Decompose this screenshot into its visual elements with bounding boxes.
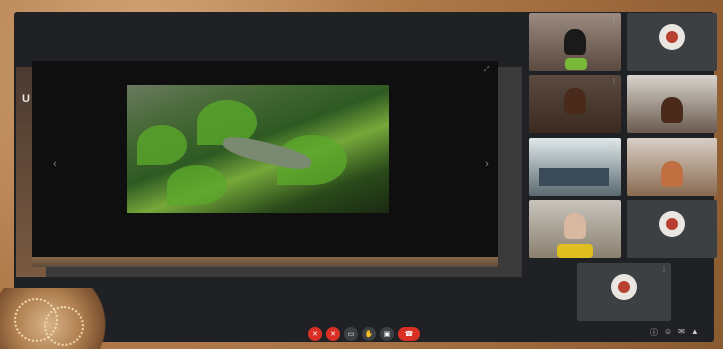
avatar xyxy=(659,211,685,238)
camera-off-icon[interactable]: ✕ xyxy=(326,327,340,341)
stage-left-label: U xyxy=(22,93,30,105)
chat-icon[interactable]: ✉ xyxy=(678,327,685,338)
mic-off-icon[interactable]: ✕ xyxy=(308,327,322,341)
more-options-icon[interactable]: ⋮ xyxy=(611,16,617,23)
captions-icon[interactable]: ▭ xyxy=(344,327,358,341)
more-options-icon[interactable]: ⋮ xyxy=(707,141,713,148)
fossil-decoration xyxy=(0,288,120,349)
more-options-icon[interactable]: ⋮ xyxy=(661,266,667,273)
more-options-icon[interactable]: ⋮ xyxy=(707,78,713,85)
participant-tile[interactable]: ⋮ xyxy=(627,75,717,133)
participant-tile[interactable]: ⋮ xyxy=(529,75,621,133)
participant-tile[interactable]: ⋮ xyxy=(529,138,621,196)
participant-tile[interactable]: ⋮ xyxy=(529,200,621,258)
call-controls: ✕ ✕ ▭ ✋ ▣ ☎ xyxy=(308,327,420,341)
expand-icon[interactable]: ⤢ xyxy=(484,66,490,74)
activities-icon[interactable]: ▲ xyxy=(691,327,699,338)
more-options-icon[interactable]: ⋮ xyxy=(611,78,617,85)
call-end-icon[interactable]: ☎ xyxy=(398,327,420,341)
participant-tile[interactable] xyxy=(627,13,717,71)
side-controls: ⓘ ☺ ✉ ▲ xyxy=(650,327,699,338)
participant-tile[interactable]: ⋮ xyxy=(529,13,621,71)
info-icon[interactable]: ⓘ xyxy=(650,327,658,338)
participant-tile[interactable]: ⋮ xyxy=(627,138,717,196)
raise-hand-icon[interactable]: ✋ xyxy=(362,327,376,341)
avatar xyxy=(659,24,685,51)
avatar xyxy=(611,274,637,301)
people-icon[interactable]: ☺ xyxy=(664,327,672,338)
next-slide-button[interactable]: › xyxy=(482,157,492,171)
slide-photo xyxy=(127,85,389,213)
more-options-icon[interactable]: ⋮ xyxy=(611,203,617,210)
more-options-icon[interactable]: ⋮ xyxy=(611,141,617,148)
present-icon[interactable]: ▣ xyxy=(380,327,394,341)
participant-tile[interactable] xyxy=(627,200,717,258)
presenter-strip xyxy=(32,257,498,267)
participant-tile[interactable]: ⋮ xyxy=(577,263,671,321)
prev-slide-button[interactable]: ‹ xyxy=(50,157,60,171)
